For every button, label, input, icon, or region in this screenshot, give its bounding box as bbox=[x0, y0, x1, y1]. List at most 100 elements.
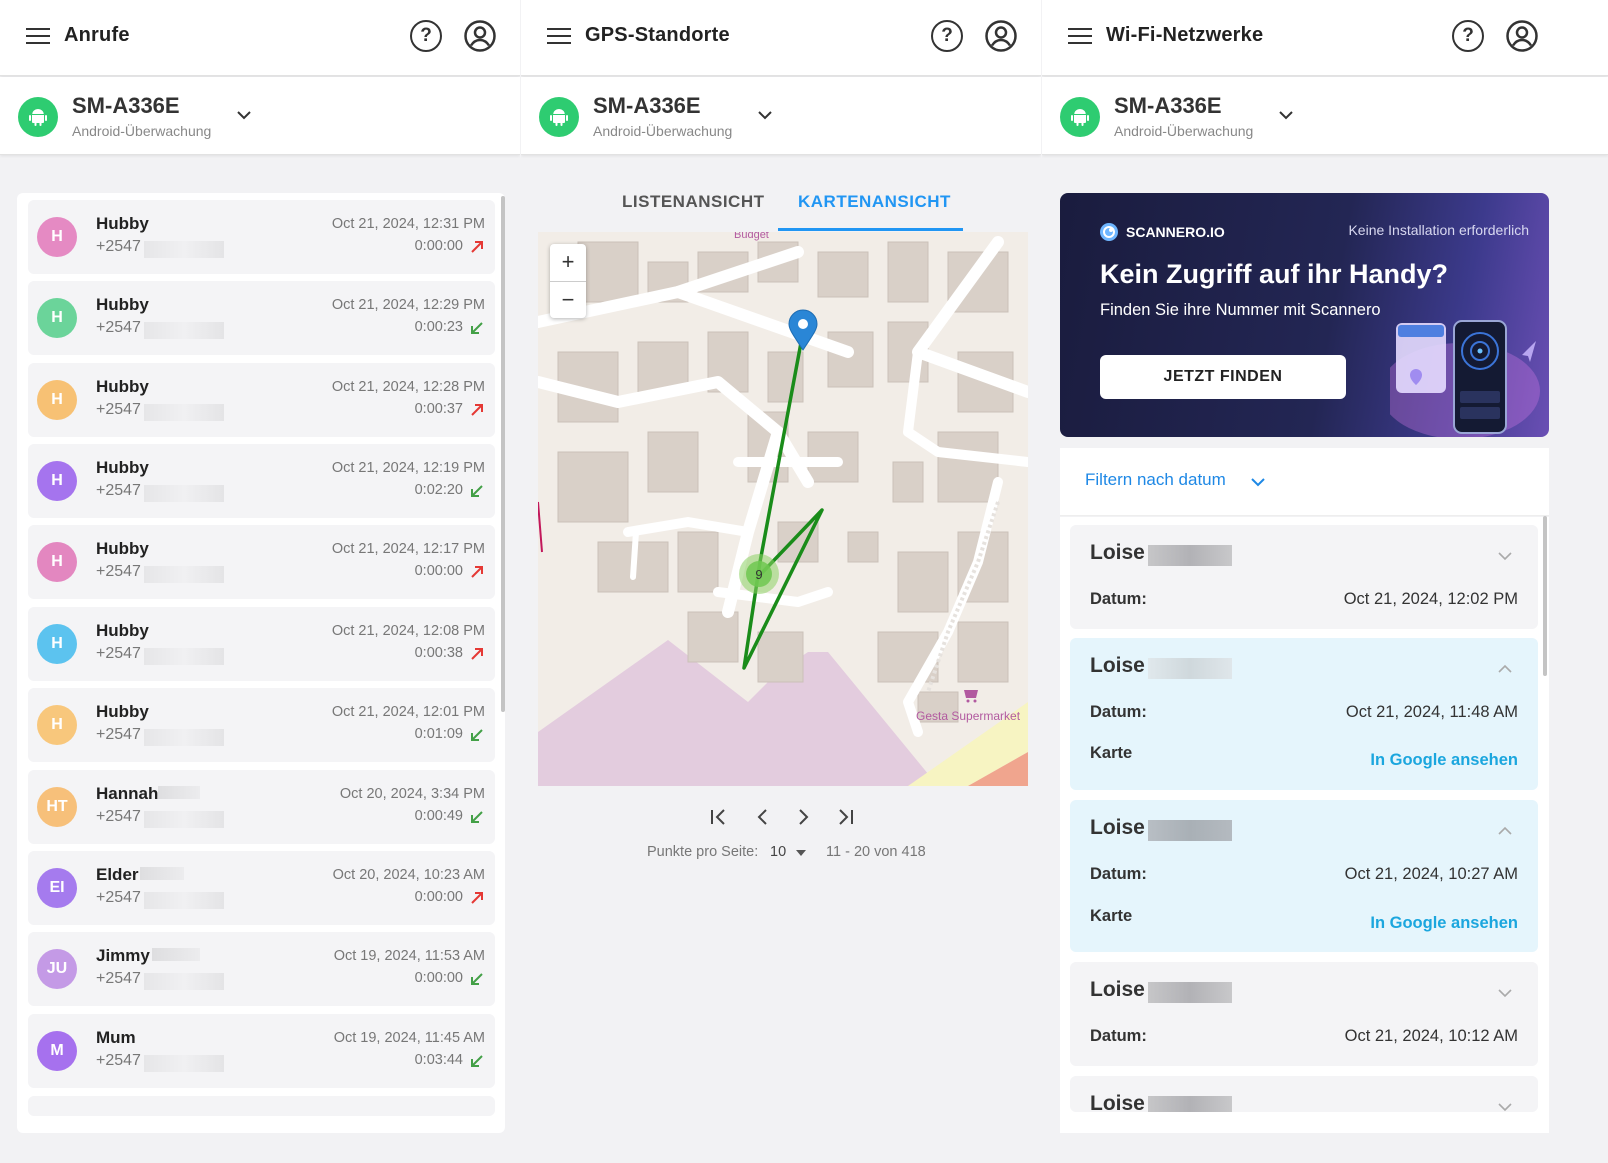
menu-icon[interactable] bbox=[547, 28, 571, 46]
page-range: 11 - 20 von 418 bbox=[826, 844, 926, 860]
help-icon[interactable]: ? bbox=[931, 20, 963, 52]
map-canvas[interactable]: Budget Gesta Supermarket 9 bbox=[538, 232, 1028, 786]
dropdown-arrow-icon[interactable] bbox=[796, 850, 806, 856]
device-selector[interactable]: SM-A336E Android-Überwachung bbox=[1042, 77, 1608, 155]
wifi-item[interactable]: Loise Datum: Oct 21, 2024, 12:02 PM bbox=[1070, 525, 1538, 629]
call-item[interactable]: HT Hannah +2547 Oct 20, 2024, 3:34 PM 0:00:4… bbox=[28, 770, 495, 844]
help-icon[interactable]: ? bbox=[1452, 20, 1484, 52]
incoming-call-icon bbox=[471, 1055, 483, 1067]
google-maps-link[interactable]: In Google ansehen bbox=[1370, 914, 1518, 933]
contact-name: Elder bbox=[96, 865, 139, 884]
android-icon bbox=[1060, 97, 1100, 137]
ad-brand: SCANNERO.IO bbox=[1126, 224, 1225, 240]
phone-number: +2547 bbox=[96, 889, 141, 906]
date-filter[interactable]: Filtern nach datum bbox=[1060, 448, 1549, 516]
prev-page-button[interactable] bbox=[753, 806, 773, 833]
ad-headline: Kein Zugriff auf ihr Handy? bbox=[1100, 259, 1448, 289]
chevron-up-icon[interactable] bbox=[1498, 662, 1512, 676]
outgoing-call-icon bbox=[471, 241, 483, 253]
scrollbar[interactable] bbox=[1543, 516, 1547, 676]
avatar: JU bbox=[37, 949, 77, 989]
date-label: Datum: bbox=[1090, 865, 1147, 883]
zoom-in-button[interactable]: + bbox=[550, 244, 586, 281]
chevron-down-icon[interactable] bbox=[1278, 107, 1294, 123]
call-item[interactable]: EI Elder +2547 Oct 20, 2024, 10:23 AM 0:00:0… bbox=[28, 851, 495, 925]
last-page-button[interactable] bbox=[835, 806, 855, 833]
device-selector[interactable]: SM-A336E Android-Überwachung bbox=[521, 77, 1041, 155]
per-page-label: Punkte pro Seite: bbox=[647, 844, 759, 860]
device-subtitle: Android-Überwachung bbox=[1114, 123, 1254, 139]
chevron-down-icon[interactable] bbox=[1498, 986, 1512, 1000]
account-icon[interactable] bbox=[1506, 20, 1538, 52]
chevron-down-icon[interactable] bbox=[1250, 475, 1266, 489]
call-item[interactable]: H Hubby +2547 Oct 21, 2024, 12:08 PM 0:00:38 bbox=[28, 607, 495, 681]
call-date: Oct 20, 2024, 10:23 AM bbox=[332, 867, 485, 883]
call-duration: 0:00:23 bbox=[414, 319, 463, 335]
page-title: Wi-Fi-Netzwerke bbox=[1106, 24, 1264, 46]
scannero-ad-banner[interactable]: SCANNERO.IO Keine Installation erforderl… bbox=[1060, 193, 1549, 437]
wifi-item[interactable]: Loise Datum: Oct 21, 2024, 10:12 AM bbox=[1070, 962, 1538, 1066]
menu-icon[interactable] bbox=[1068, 28, 1092, 46]
avatar: H bbox=[37, 542, 77, 582]
scrollbar[interactable] bbox=[501, 196, 505, 712]
phone-number: +2547 bbox=[96, 563, 141, 580]
first-page-button[interactable] bbox=[709, 806, 729, 833]
per-page-select[interactable]: 10 bbox=[770, 844, 786, 860]
account-icon[interactable] bbox=[464, 20, 496, 52]
call-date: Oct 21, 2024, 12:01 PM bbox=[331, 704, 485, 720]
chevron-up-icon[interactable] bbox=[1498, 824, 1512, 838]
date-label: Datum: bbox=[1090, 1027, 1147, 1045]
next-page-button[interactable] bbox=[793, 806, 813, 833]
call-item[interactable]: H Hubby +2547 Oct 21, 2024, 12:01 PM 0:01:09 bbox=[28, 688, 495, 762]
wifi-item[interactable]: Loise bbox=[1070, 1076, 1538, 1112]
help-icon[interactable]: ? bbox=[410, 20, 442, 52]
contact-name: Mum bbox=[96, 1028, 136, 1047]
incoming-call-icon bbox=[471, 729, 483, 741]
incoming-call-icon bbox=[471, 811, 483, 823]
map-label-supermarket: Gesta Supermarket bbox=[916, 709, 1021, 723]
find-now-button[interactable]: JETZT FINDEN bbox=[1100, 355, 1346, 399]
phone-number: +2547 bbox=[96, 726, 141, 743]
chevron-down-icon[interactable] bbox=[757, 107, 773, 123]
account-icon[interactable] bbox=[985, 20, 1017, 52]
page-title: Anrufe bbox=[64, 24, 130, 46]
zoom-out-button[interactable]: − bbox=[550, 282, 586, 319]
phone-number: +2547 bbox=[96, 319, 141, 336]
date-filter-label[interactable]: Filtern nach datum bbox=[1085, 470, 1226, 490]
tab-map-view[interactable]: KARTENANSICHT bbox=[798, 192, 951, 212]
top-bar: GPS-Standorte ? bbox=[521, 0, 1041, 76]
wifi-item[interactable]: Loise Datum: Oct 21, 2024, 11:48 AM Kart… bbox=[1070, 638, 1538, 790]
call-item[interactable]: JU Jimmy +2547 Oct 19, 2024, 11:53 AM 0:00:0… bbox=[28, 932, 495, 1006]
incoming-call-icon bbox=[471, 485, 483, 497]
device-name: SM-A336E bbox=[593, 93, 701, 118]
chevron-down-icon[interactable] bbox=[1498, 549, 1512, 563]
active-tab-indicator bbox=[778, 228, 963, 231]
call-date: Oct 21, 2024, 12:17 PM bbox=[331, 541, 485, 557]
google-maps-link[interactable]: In Google ansehen bbox=[1370, 751, 1518, 770]
call-item[interactable]: H Hubby +2547 Oct 21, 2024, 12:31 PM 0:00:00 bbox=[28, 200, 495, 274]
list-item[interactable] bbox=[28, 1096, 495, 1116]
network-name: Loise bbox=[1090, 1092, 1145, 1112]
device-selector[interactable]: SM-A336E Android-Überwachung bbox=[0, 77, 520, 155]
outgoing-call-icon bbox=[471, 566, 483, 578]
top-bar: Wi-Fi-Netzwerke ? bbox=[1042, 0, 1608, 76]
menu-icon[interactable] bbox=[26, 28, 50, 46]
call-item[interactable]: H Hubby +2547 Oct 21, 2024, 12:19 PM 0:02:20 bbox=[28, 444, 495, 518]
phone-number: +2547 bbox=[96, 401, 141, 418]
zoom-control: + − bbox=[550, 244, 586, 318]
map-view[interactable]: Budget Gesta Supermarket 9 + − bbox=[538, 232, 1028, 786]
date-value: Oct 21, 2024, 11:48 AM bbox=[1345, 703, 1518, 721]
call-item[interactable]: H Hubby +2547 Oct 21, 2024, 12:17 PM 0:00:00 bbox=[28, 525, 495, 599]
call-duration: 0:00:37 bbox=[414, 401, 463, 417]
call-item[interactable]: M Mum +2547 Oct 19, 2024, 11:45 AM 0:03:44 bbox=[28, 1014, 495, 1088]
call-item[interactable]: H Hubby +2547 Oct 21, 2024, 12:28 PM 0:00:37 bbox=[28, 363, 495, 437]
chevron-down-icon[interactable] bbox=[236, 107, 252, 123]
avatar: H bbox=[37, 624, 77, 664]
tab-list-view[interactable]: LISTENANSICHT bbox=[622, 192, 765, 212]
device-name: SM-A336E bbox=[72, 93, 180, 118]
call-item[interactable]: H Hubby +2547 Oct 21, 2024, 12:29 PM 0:00:23 bbox=[28, 281, 495, 355]
redacted-text bbox=[144, 322, 224, 339]
call-date: Oct 20, 2024, 3:34 PM bbox=[339, 786, 485, 802]
wifi-item[interactable]: Loise Datum: Oct 21, 2024, 10:27 AM Kart… bbox=[1070, 800, 1538, 952]
chevron-down-icon[interactable] bbox=[1498, 1100, 1512, 1112]
